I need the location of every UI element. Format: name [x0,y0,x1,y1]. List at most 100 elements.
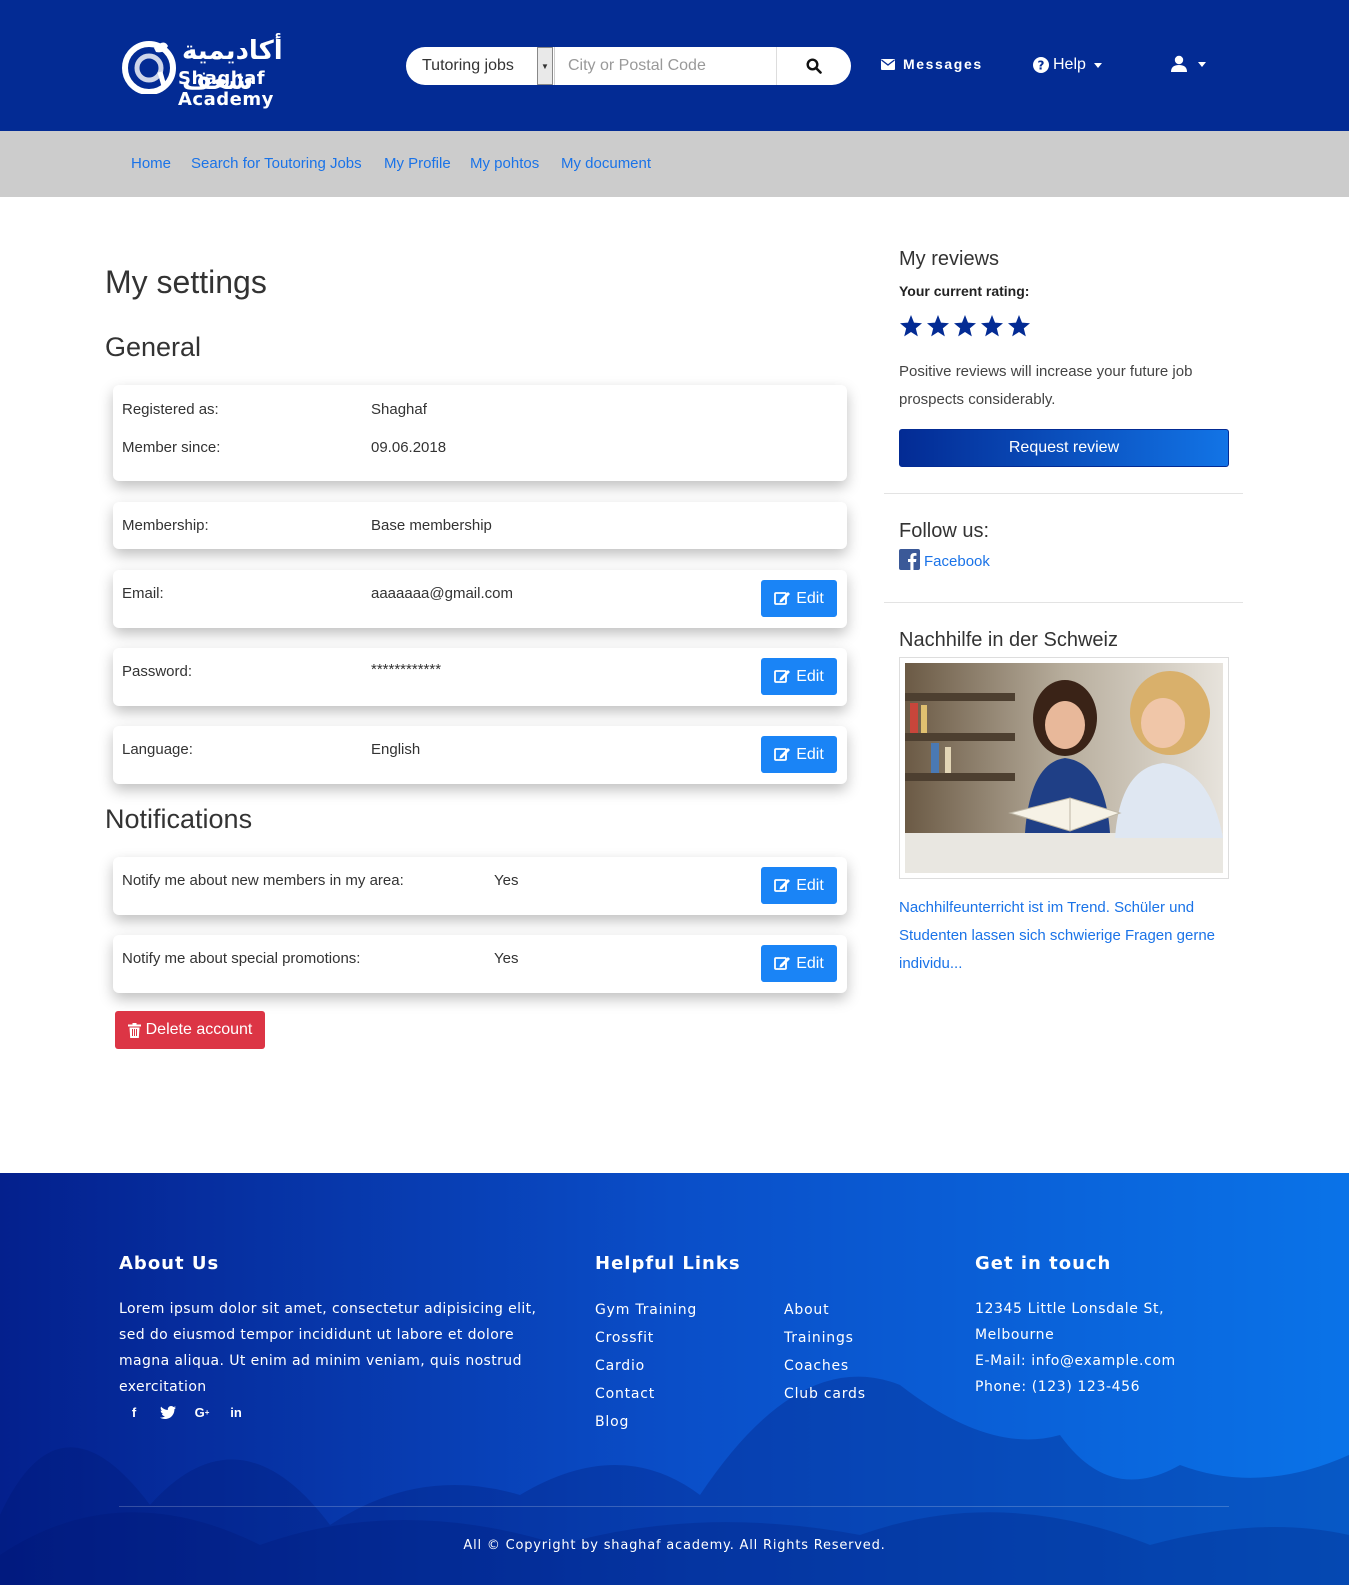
delete-account-button[interactable]: Delete account [115,1011,265,1049]
chevron-down-icon [1093,62,1102,68]
follow-heading: Follow us: [899,520,990,542]
facebook-square-icon [899,549,920,570]
edit-label: Edit [796,745,824,763]
links-column-2: About Trainings Coaches Club cards [784,1296,866,1408]
subnav-home[interactable]: Home [131,155,171,172]
edit-password-button[interactable]: Edit [761,658,837,695]
edit-language-button[interactable]: Edit [761,736,837,773]
edit-label: Edit [796,876,824,894]
membership-card: Membership: Base membership [113,502,847,549]
divider [884,493,1243,494]
copyright-text: All © Copyright by shaghaf academy. All … [463,1538,886,1553]
edit-icon [774,592,791,605]
sub-navigation: Home Search for Toutoring Jobs My Profil… [0,131,1349,197]
page-title: My settings [105,264,267,300]
twitter-icon[interactable] [160,1404,176,1420]
footer-link-blog[interactable]: Blog [595,1408,697,1436]
footer-link-trainings[interactable]: Trainings [784,1324,866,1352]
about-text: Lorem ipsum dolor sit amet, consectetur … [119,1301,537,1395]
user-menu[interactable] [1170,55,1206,73]
edit-icon [774,879,791,892]
facebook-link[interactable]: Facebook [899,549,990,570]
site-logo[interactable]: أكاديمية شغف Shaghaf Academy [118,34,333,110]
chevron-down-icon [1198,61,1206,67]
notify-members-card: Notify me about new members in my area: … [113,857,847,915]
blog-photo[interactable] [899,657,1229,879]
footer-link-cardio[interactable]: Cardio [595,1352,697,1380]
edit-notify-promotions-button[interactable]: Edit [761,945,837,982]
facebook-icon[interactable]: f [126,1404,142,1420]
registered-label: Registered as: [122,401,219,418]
notifications-heading: Notifications [105,804,253,834]
member-since-label: Member since: [122,439,221,456]
footer-link-contact[interactable]: Contact [595,1380,697,1408]
contact-address-line-2: Melbourne [975,1327,1055,1343]
edit-notify-members-button[interactable]: Edit [761,867,837,904]
notify-promotions-value: Yes [494,950,519,967]
search-button[interactable] [776,47,851,85]
search-icon [806,58,822,74]
member-since-value: 09.06.2018 [371,439,447,456]
password-card: Password: ************ Edit [113,648,847,706]
social-links: f G + in [126,1404,244,1420]
contact-phone: Phone: (123) 123-456 [975,1379,1141,1395]
top-header: أكاديمية شغف Shaghaf Academy Tutoring jo… [0,0,1349,131]
request-review-button[interactable]: Request review [899,429,1229,467]
notify-promotions-card: Notify me about special promotions: Yes … [113,935,847,993]
facebook-label: Facebook [924,553,990,570]
job-type-select[interactable]: Tutoring jobs [406,47,536,85]
google-plus-icon[interactable]: G + [194,1404,210,1420]
help-menu[interactable]: ? Help [1033,56,1102,74]
edit-icon [774,957,791,970]
email-value: aaaaaaa@gmail.com [371,585,513,602]
trash-icon [127,1022,141,1038]
logo-text-english: Shaghaf Academy [178,68,274,110]
reviews-text: Positive reviews will increase your futu… [899,363,1193,408]
account-info-card: Registered as: Shaghaf Member since: 09.… [113,385,847,481]
help-label: Help [1053,56,1086,73]
password-label: Password: [122,663,193,680]
blog-excerpt-link[interactable]: Nachhilfeunterricht ist im Trend. Schüle… [899,894,1229,978]
contact-heading: Get in touch [975,1253,1112,1274]
contact-address-line-1: 12345 Little Lonsdale St, [975,1301,1165,1317]
subnav-my-profile[interactable]: My Profile [384,155,451,172]
search-bar: Tutoring jobs ▼ [406,47,851,85]
notify-members-label: Notify me about new members in my area: [122,872,404,889]
subnav-my-document[interactable]: My document [561,155,651,172]
footer: About Us Lorem ipsum dolor sit amet, con… [0,1173,1349,1585]
contact-list: 12345 Little Lonsdale St, Melbourne E-Ma… [975,1296,1176,1400]
footer-link-gym-training[interactable]: Gym Training [595,1296,697,1324]
rating-label: Your current rating: [899,283,1030,299]
notify-promotions-label: Notify me about special promotions: [122,950,361,967]
logo-mark-icon [122,41,176,94]
envelope-icon [881,58,895,70]
footer-link-crossfit[interactable]: Crossfit [595,1324,697,1352]
language-card: Language: English Edit [113,726,847,784]
links-column-1: Gym Training Crossfit Cardio Contact Blo… [595,1296,697,1436]
delete-label: Delete account [145,1021,253,1038]
students-studying-image [905,663,1223,873]
select-caret-icon[interactable]: ▼ [537,47,553,85]
footer-link-club-cards[interactable]: Club cards [784,1380,866,1408]
user-icon [1171,55,1187,72]
edit-email-button[interactable]: Edit [761,580,837,617]
membership-label: Membership: [122,517,209,534]
edit-label: Edit [796,667,824,685]
reviews-heading: My reviews [899,248,1000,270]
subnav-search-jobs[interactable]: Search for Toutoring Jobs [191,155,362,172]
email-card: Email: aaaaaaa@gmail.com Edit [113,570,847,628]
registered-value: Shaghaf [371,401,427,418]
footer-link-about[interactable]: About [784,1296,866,1324]
question-circle-icon: ? [1033,57,1049,73]
subnav-my-photos[interactable]: My pohtos [470,155,539,172]
location-search-input[interactable] [554,47,776,85]
footer-link-coaches[interactable]: Coaches [784,1352,866,1380]
divider [884,602,1243,603]
messages-link[interactable]: Messages [881,56,983,72]
language-label: Language: [122,741,193,758]
footer-divider [119,1506,1229,1507]
edit-label: Edit [796,589,824,607]
star-icon [900,315,922,337]
email-label: Email: [122,585,164,602]
linkedin-icon[interactable]: in [228,1404,244,1420]
